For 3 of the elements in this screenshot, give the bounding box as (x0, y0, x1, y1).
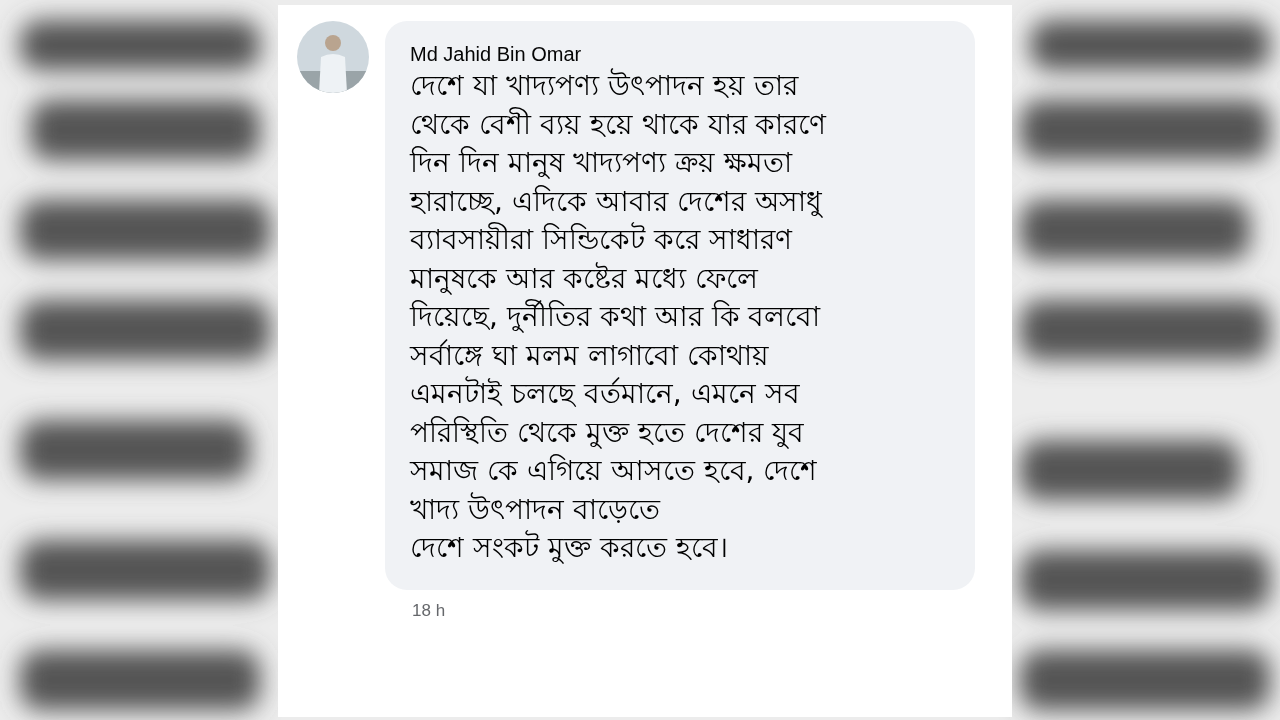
comment-text: দেশে যা খাদ্যপণ্য উৎপাদন হয় তার থেকে বেশী ব্যয় হয়ে থাকে যার কারণে দিন দিন মানুষ খাদ্যপণ্য ক্রয় ক্ষমতা হারাচ্ছে, এদিকে আবার দেশের অসাধু ব্যাবসায়ীরা সিন্ডিকেট করে সাধারণ মানুষকে আর কষ্টের মধ্যে ফেলে দিয়েছে, দুর্নীতির কথা আর কি বলবো সর্বাঙ্গে ঘা মলম লাগাবো কোথায় এমনটাই চলছে বর্তমানে, এমনে সব পরিস্থিতি থেকে মুক্ত হতে দেশের যুব সমাজ কে এগিয়ে আসতে হবে, দেশে খাদ্য উৎপাদন বাড়েতে দেশে সংকট মুক্ত করতে হবে। (410, 67, 827, 566)
author-name[interactable]: Md Jahid Bin Omar (410, 41, 582, 67)
timestamp[interactable]: 18 h (385, 589, 446, 623)
